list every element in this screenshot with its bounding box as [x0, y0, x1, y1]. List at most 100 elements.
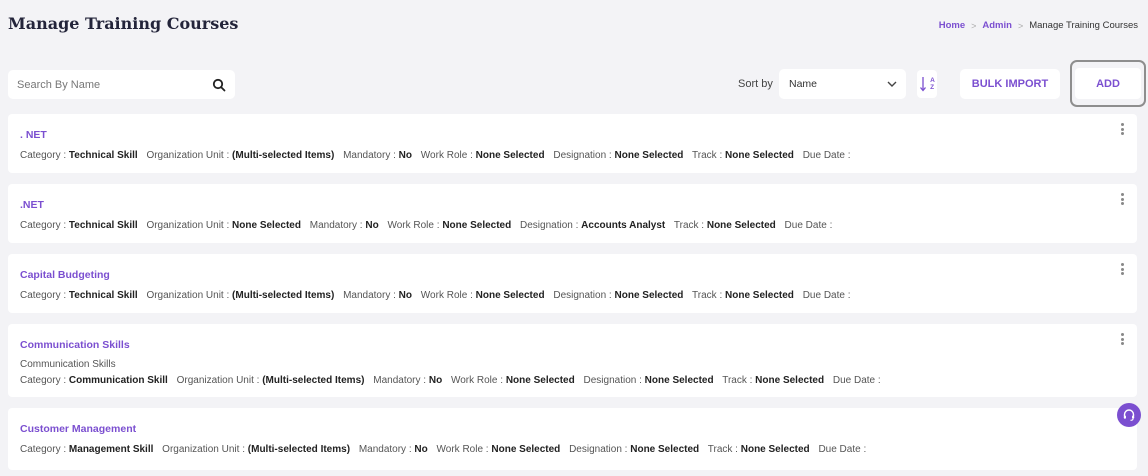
category-value: Technical Skill — [68, 150, 138, 161]
breadcrumb-current: Manage Training Courses — [1029, 20, 1138, 31]
category-value: Management Skill — [68, 444, 154, 455]
sort-select-value: Name — [789, 78, 818, 90]
mandatory-label: Mandatory : — [373, 375, 427, 386]
category-label: Category : — [20, 150, 67, 161]
search-box — [8, 70, 235, 99]
work-role-value: None Selected — [475, 150, 545, 161]
category-value: Technical Skill — [68, 290, 138, 301]
track-label: Track : — [692, 150, 723, 161]
course-card: .NET Category : Technical Skill Organiza… — [8, 184, 1137, 243]
track-value: None Selected — [755, 375, 825, 386]
work-role-value: None Selected — [442, 220, 512, 231]
work-role-label: Work Role : — [450, 375, 504, 386]
due-date-label: Due Date : — [784, 220, 833, 231]
mandatory-label: Mandatory : — [343, 290, 396, 301]
add-button-highlight: ADD — [1070, 60, 1146, 107]
org-unit-label: Organization Unit : — [162, 444, 245, 455]
due-date-label: Due Date : — [802, 150, 851, 161]
mandatory-label: Mandatory : — [309, 220, 363, 231]
track-value: None Selected — [725, 150, 794, 161]
breadcrumb-separator: > — [971, 20, 977, 31]
due-date-label: Due Date : — [818, 444, 867, 455]
org-unit-value: (Multi-selected Items) — [232, 150, 335, 161]
search-input[interactable] — [17, 78, 197, 91]
org-unit-value: (Multi-selected Items) — [247, 444, 351, 455]
course-name[interactable]: Capital Budgeting — [20, 269, 110, 281]
track-value: None Selected — [706, 220, 776, 231]
course-meta: Category : Technical Skill Organization … — [20, 150, 857, 161]
kebab-icon[interactable] — [1117, 262, 1127, 276]
course-card: Communication Skills Communication Skill… — [8, 324, 1137, 397]
category-label: Category : — [20, 220, 67, 231]
mandatory-value: No — [398, 150, 413, 161]
category-label: Category : — [20, 375, 67, 386]
course-meta: Category : Communication Skill Organizat… — [20, 375, 887, 386]
course-name[interactable]: .NET — [20, 199, 44, 211]
sort-select[interactable]: Name — [779, 69, 906, 99]
category-label: Category : — [20, 444, 67, 455]
search-icon[interactable] — [212, 78, 226, 92]
org-unit-label: Organization Unit : — [146, 220, 230, 231]
course-name[interactable]: Customer Management — [20, 423, 136, 435]
designation-label: Designation : — [569, 444, 628, 455]
headset-icon[interactable] — [1117, 403, 1141, 427]
breadcrumb-separator: > — [1017, 20, 1024, 31]
work-role-value: None Selected — [491, 444, 561, 455]
course-card: . NET Category : Technical Skill Organiz… — [8, 114, 1137, 173]
track-label: Track : — [722, 375, 753, 386]
org-unit-label: Organization Unit : — [146, 150, 230, 161]
work-role-label: Work Role : — [420, 150, 473, 161]
designation-value: None Selected — [644, 375, 714, 386]
course-description: Communication Skills — [20, 359, 116, 370]
course-card: Customer Management Category : Managemen… — [8, 408, 1137, 470]
course-name[interactable]: . NET — [20, 129, 47, 141]
org-unit-value: (Multi-selected Items) — [262, 375, 365, 386]
work-role-label: Work Role : — [387, 220, 440, 231]
kebab-icon[interactable] — [1117, 192, 1127, 206]
course-card: Capital Budgeting Category : Technical S… — [8, 254, 1137, 313]
mandatory-value: No — [428, 375, 443, 386]
mandatory-value: No — [414, 444, 428, 455]
sort-label: Sort by — [738, 78, 773, 90]
kebab-icon[interactable] — [1117, 122, 1127, 136]
category-label: Category : — [20, 290, 67, 301]
mandatory-value: No — [365, 220, 379, 231]
designation-value: Accounts Analyst — [581, 220, 666, 231]
breadcrumb-admin-link[interactable]: Admin — [982, 20, 1012, 31]
org-unit-value: (Multi-selected Items) — [232, 290, 335, 301]
designation-label: Designation : — [583, 375, 642, 386]
bulk-import-button[interactable]: BULK IMPORT — [960, 69, 1060, 99]
add-button[interactable]: ADD — [1075, 68, 1141, 99]
kebab-icon[interactable] — [1117, 332, 1127, 346]
sort-glyph-z: Z — [930, 84, 935, 91]
breadcrumb-home-link[interactable]: Home — [939, 20, 965, 31]
work-role-label: Work Role : — [420, 290, 473, 301]
mandatory-value: No — [398, 290, 413, 301]
track-label: Track : — [707, 444, 738, 455]
designation-value: None Selected — [614, 150, 684, 161]
track-value: None Selected — [725, 290, 794, 301]
track-value: None Selected — [740, 444, 810, 455]
course-meta: Category : Technical Skill Organization … — [20, 290, 857, 301]
category-value: Communication Skill — [68, 375, 168, 386]
due-date-label: Due Date : — [802, 290, 851, 301]
category-value: Technical Skill — [68, 220, 138, 231]
sort-order-button[interactable]: A Z — [917, 70, 937, 98]
breadcrumb: Home > Admin > Manage Training Courses — [939, 20, 1138, 31]
org-unit-label: Organization Unit : — [176, 375, 260, 386]
track-label: Track : — [673, 220, 705, 231]
due-date-label: Due Date : — [832, 375, 881, 386]
work-role-label: Work Role : — [436, 444, 489, 455]
designation-label: Designation : — [520, 220, 579, 231]
designation-value: None Selected — [614, 290, 684, 301]
designation-label: Designation : — [553, 290, 612, 301]
org-unit-value: None Selected — [232, 220, 301, 231]
course-name[interactable]: Communication Skills — [20, 339, 130, 351]
designation-label: Designation : — [553, 150, 612, 161]
work-role-value: None Selected — [505, 375, 575, 386]
mandatory-label: Mandatory : — [343, 150, 396, 161]
course-meta: Category : Technical Skill Organization … — [20, 220, 838, 231]
mandatory-label: Mandatory : — [358, 444, 412, 455]
chevron-down-icon — [886, 78, 898, 90]
org-unit-label: Organization Unit : — [146, 290, 230, 301]
